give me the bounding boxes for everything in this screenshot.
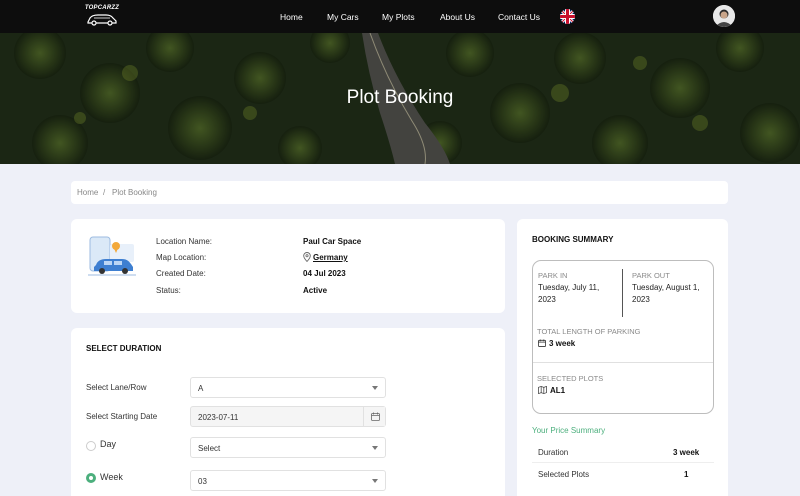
user-avatar[interactable]	[713, 5, 735, 27]
parking-illustration	[86, 234, 138, 278]
week-label: Week	[100, 472, 123, 482]
selected-plots-row-label: Selected Plots	[538, 470, 590, 479]
day-select-value: Select	[198, 444, 221, 453]
car-logo-icon	[87, 14, 117, 26]
week-radio[interactable]	[86, 473, 96, 483]
chevron-down-icon	[372, 479, 378, 483]
duration-row-label: Duration	[538, 448, 569, 457]
nav-my-cars[interactable]: My Cars	[327, 12, 359, 22]
day-select[interactable]: Select	[190, 437, 386, 458]
location-name-value: Paul Car Space	[303, 237, 362, 246]
map-icon	[538, 386, 547, 394]
breadcrumb-home[interactable]: Home	[77, 188, 98, 197]
map-pin-icon	[303, 252, 311, 262]
booking-summary-card: BOOKING SUMMARY PARK IN Tuesday, July 11…	[517, 219, 728, 496]
duration-row-value: 3 week	[673, 448, 700, 457]
booking-summary-title: BOOKING SUMMARY	[532, 235, 614, 244]
uk-flag-icon[interactable]	[560, 9, 575, 24]
hero-banner: Plot Booking	[0, 33, 800, 164]
chevron-down-icon	[372, 386, 378, 390]
nav-home[interactable]: Home	[280, 12, 303, 22]
selected-plots-label: SELECTED PLOTS	[537, 374, 604, 383]
lane-row-label: Select Lane/Row	[86, 383, 147, 392]
map-location-label: Map Location:	[156, 253, 207, 262]
calendar-button[interactable]	[363, 407, 385, 426]
price-row-divider	[532, 462, 714, 463]
starting-date-value: 2023-07-11	[198, 413, 239, 422]
nav-contact-us[interactable]: Contact Us	[498, 12, 540, 22]
selected-plots-value: AL1	[550, 386, 566, 395]
created-date-value: 04 Jul 2023	[303, 269, 346, 278]
price-summary-title: Your Price Summary	[532, 426, 606, 435]
chevron-down-icon	[372, 446, 378, 450]
starting-date-input[interactable]: 2023-07-11	[190, 406, 386, 427]
lane-row-select[interactable]: A	[190, 377, 386, 398]
select-duration-card: SELECT DURATION Select Lane/Row A Select…	[71, 328, 505, 496]
calendar-icon	[371, 412, 380, 421]
park-divider	[622, 269, 623, 317]
nav-about-us[interactable]: About Us	[440, 12, 475, 22]
selected-plots-row-value: 1	[684, 470, 689, 479]
calendar-icon	[538, 339, 546, 347]
status-value: Active	[303, 286, 328, 295]
total-length-value: 3 week	[549, 339, 576, 348]
week-select-value: 03	[198, 477, 207, 486]
location-info-card: Location Name: Paul Car Space Map Locati…	[71, 219, 505, 313]
map-location-value: Germany	[313, 253, 348, 262]
park-in-value: Tuesday, July 11, 2023	[538, 283, 600, 304]
brand-logo-text: TOPCARZZ	[84, 5, 120, 11]
summary-divider	[533, 362, 713, 363]
nav-my-plots[interactable]: My Plots	[382, 12, 415, 22]
location-name-label: Location Name:	[156, 237, 213, 246]
status-label: Status:	[156, 286, 181, 295]
day-label: Day	[100, 439, 117, 449]
top-nav: TOPCARZZ Home My Cars My Plots About Us …	[0, 0, 800, 33]
select-duration-title: SELECT DURATION	[86, 344, 162, 353]
park-out-label: PARK OUT	[632, 271, 670, 280]
breadcrumb-current: Plot Booking	[112, 188, 157, 197]
created-date-label: Created Date:	[156, 269, 206, 278]
page-title: Plot Booking	[346, 87, 454, 108]
lane-row-value: A	[198, 384, 204, 393]
breadcrumb: Home / Plot Booking	[71, 181, 728, 204]
breadcrumb-separator: /	[103, 188, 106, 197]
booking-summary-box: PARK IN Tuesday, July 11, 2023 PARK OUT …	[532, 260, 714, 414]
park-out-value: Tuesday, August 1, 2023	[632, 283, 700, 304]
week-select[interactable]: 03	[190, 470, 386, 491]
day-radio[interactable]	[86, 441, 96, 451]
brand-logo[interactable]: TOPCARZZ	[84, 5, 120, 28]
total-length-label: TOTAL LENGTH OF PARKING	[537, 327, 641, 336]
starting-date-label: Select Starting Date	[86, 412, 158, 421]
park-in-label: PARK IN	[538, 271, 568, 280]
